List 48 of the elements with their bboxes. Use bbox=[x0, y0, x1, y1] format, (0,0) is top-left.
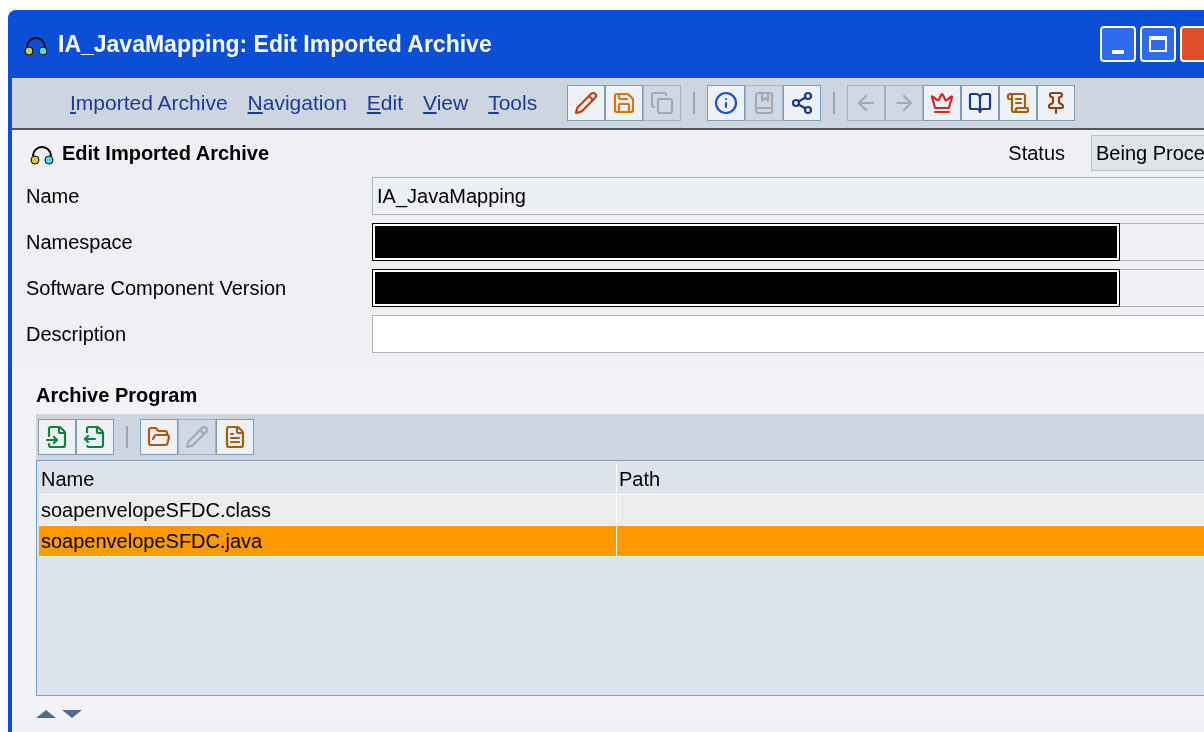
toolbar-button[interactable] bbox=[999, 85, 1038, 121]
section-title: Edit Imported Archive bbox=[62, 141, 270, 166]
status-field: Being Proce bbox=[1091, 135, 1204, 171]
open-book-icon bbox=[968, 91, 993, 115]
document-icon bbox=[223, 425, 247, 449]
scroll-icon bbox=[1006, 91, 1031, 115]
text-field[interactable] bbox=[372, 269, 1204, 307]
menu-item[interactable]: View bbox=[423, 87, 469, 119]
info-icon bbox=[714, 91, 739, 115]
minimize-button[interactable] bbox=[1100, 26, 1136, 62]
text-field[interactable] bbox=[372, 223, 1204, 261]
copy-icon bbox=[650, 91, 675, 115]
table-row[interactable]: soapenvelopeSFDC.java bbox=[39, 526, 1204, 557]
menu-item[interactable]: Tools bbox=[488, 87, 538, 119]
menu-item[interactable]: Navigation bbox=[247, 87, 347, 119]
toolbar-button[interactable] bbox=[38, 419, 76, 455]
toolbar-button[interactable] bbox=[567, 85, 606, 121]
collapse-icon[interactable] bbox=[36, 710, 56, 718]
table-row[interactable]: soapenvelopeSFDC.class bbox=[39, 495, 1204, 526]
field-label: Description bbox=[26, 322, 128, 347]
menu-item[interactable]: Edit bbox=[366, 87, 404, 119]
toolbar-button[interactable] bbox=[707, 85, 746, 121]
text-field[interactable]: IA_JavaMapping bbox=[372, 177, 1204, 215]
share-icon bbox=[790, 91, 815, 115]
toolbar-button[interactable] bbox=[76, 419, 114, 455]
toolbar-button[interactable] bbox=[923, 85, 962, 121]
toolbar-button[interactable] bbox=[1037, 85, 1076, 121]
toolbar-button[interactable] bbox=[961, 85, 1000, 121]
folder-icon bbox=[147, 425, 171, 449]
toolbar-button[interactable] bbox=[783, 85, 822, 121]
section-title: Archive Program bbox=[36, 383, 199, 408]
column-header[interactable]: Name bbox=[39, 463, 617, 494]
toolbar-button[interactable] bbox=[216, 419, 254, 455]
field-label: Namespace bbox=[26, 230, 134, 255]
pencil-icon bbox=[185, 425, 209, 449]
file-import-icon bbox=[45, 425, 69, 449]
status-label: Status bbox=[1008, 141, 1066, 166]
expand-icon[interactable] bbox=[62, 710, 82, 718]
text-field[interactable] bbox=[372, 315, 1204, 353]
field-label: Name bbox=[26, 184, 81, 209]
field-label: Software Component Version bbox=[26, 276, 288, 301]
toolbar-button[interactable] bbox=[140, 419, 178, 455]
window-title: IA_JavaMapping: Edit Imported Archive bbox=[58, 29, 492, 59]
file-export-icon bbox=[83, 425, 107, 449]
menu-item[interactable]: Imported Archive bbox=[70, 87, 228, 119]
maximize-button[interactable] bbox=[1140, 26, 1176, 62]
pencil-icon bbox=[574, 91, 599, 115]
column-header[interactable]: Path bbox=[617, 463, 1204, 494]
